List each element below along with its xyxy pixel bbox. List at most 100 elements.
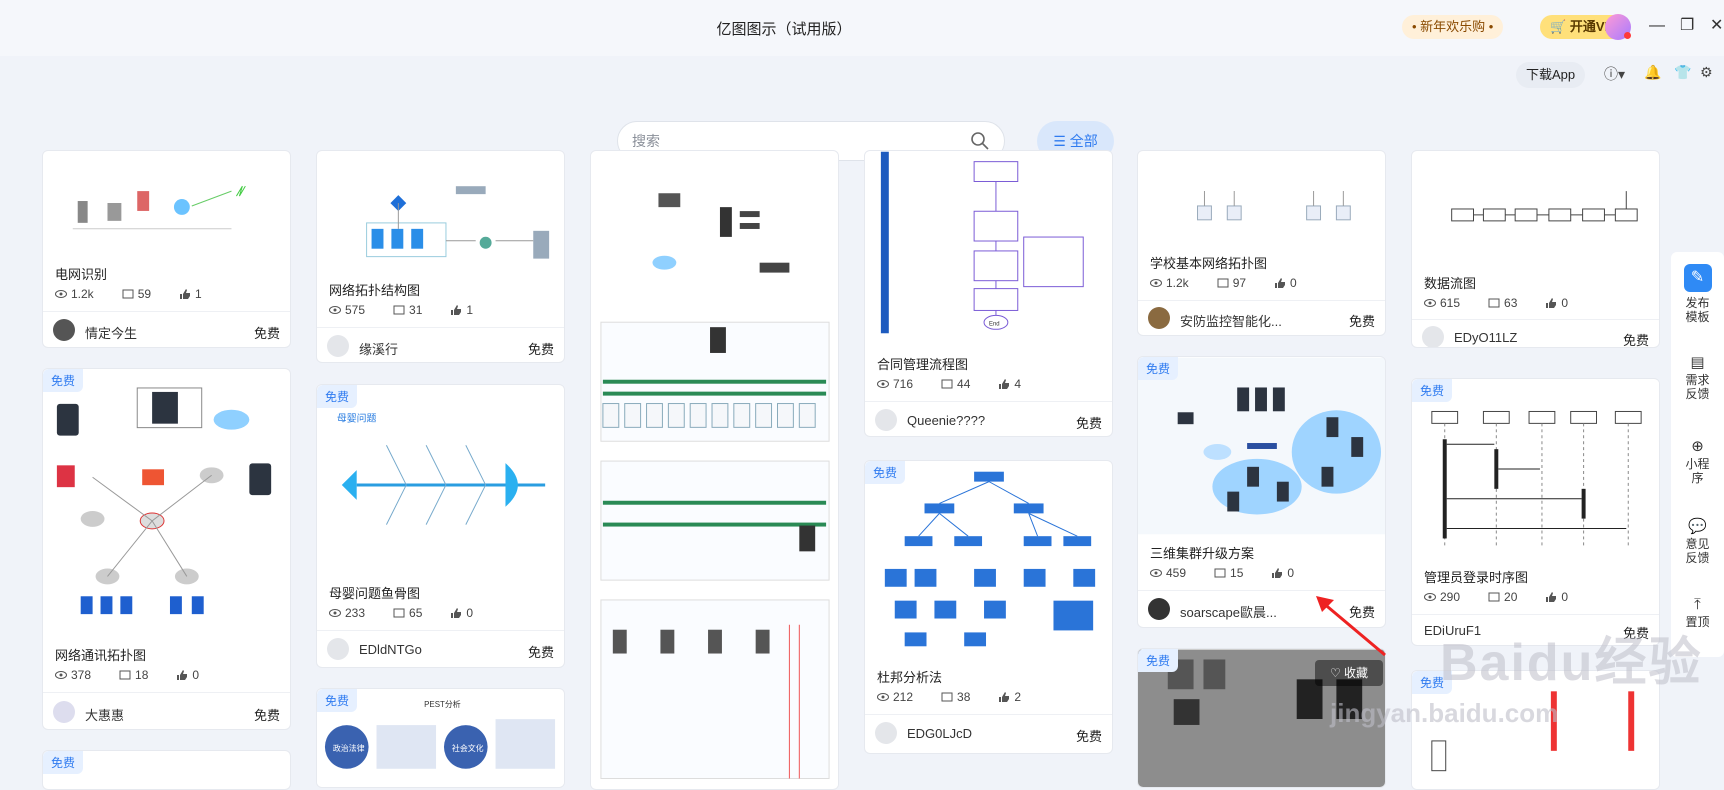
template-card[interactable]: 数据流图 615 63 0 EDyO11LZ 免费 [1411,150,1660,348]
opinion-feedback-button[interactable]: 💬 意见反馈 [1671,518,1724,565]
pest-title: PEST分析 [424,699,461,709]
author-name[interactable]: 安防监控智能化... [1180,311,1282,330]
help-icon[interactable]: ⓘ▾ [1604,64,1625,84]
likes-count: 0 [192,668,200,682]
template-card[interactable]: 免费 杜邦分析法 212 38 2 EDG0LJcD 免费 [864,460,1113,754]
card-stats: 233 65 0 [329,606,473,620]
author-avatar[interactable] [1148,307,1170,329]
likes-stat: 2 [998,690,1021,704]
maximize-icon[interactable]: ❐ [1680,16,1694,36]
price-label: 免费 [527,645,554,660]
template-card[interactable]: 学校基本网络拓扑图 1.2k 97 0 安防监控智能化... 免费 [1137,150,1386,336]
views-stat: 716 [877,377,913,391]
minimize-icon[interactable]: — [1649,16,1665,36]
author-name[interactable]: 情定今生 [85,323,137,342]
author-avatar[interactable] [1422,326,1444,347]
comments-count: 18 [135,668,149,682]
comment-icon [1214,568,1226,578]
card-divider [1412,319,1659,320]
template-card[interactable]: 母婴问题 免费 母婴问题鱼骨图 233 65 0 EDldNTGo 免费 [316,384,565,668]
author-avatar[interactable] [875,722,897,744]
author-avatar[interactable] [327,335,349,357]
shirt-icon[interactable]: 👕 [1674,64,1691,81]
views-stat: 212 [877,690,913,704]
author-name[interactable]: Queenie???? [907,413,985,428]
collect-label: 收藏 [1344,666,1369,680]
card-divider [1412,614,1659,615]
views-stat: 233 [329,606,365,620]
template-card[interactable]: 电网识别 1.2k 59 1 情定今生 免费 [42,150,291,348]
author-avatar[interactable] [53,319,75,341]
card-title: 杜邦分析法 [877,670,943,685]
publish-label: 发布模板 [1685,296,1710,324]
eye-icon [1424,299,1436,307]
likes-count: 0 [1561,296,1569,310]
card-stats: 378 18 0 [55,668,199,682]
card-stats: 1.2k 97 0 [1150,276,1297,290]
author-name[interactable]: soarscape歐晨... [1180,602,1277,621]
comment-icon [119,670,131,680]
free-badge: 免费 [1138,649,1179,672]
new-year-promo-button[interactable]: • 新年欢乐购 • [1402,15,1504,39]
template-card[interactable]: PEST分析 政治法律 社会文化 免费 [316,688,565,788]
template-card[interactable]: 免费 [42,750,291,790]
likes-stat: 1 [450,303,473,317]
author-name[interactable]: 缘溪行 [359,339,398,358]
eye-icon [55,671,67,679]
list-icon: ☰ [1053,133,1066,149]
search-icon[interactable] [970,131,990,151]
template-card[interactable]: 网络拓扑结构图 575 31 1 缘溪行 免费 [316,150,565,363]
author-name[interactable]: EDG0LJcD [907,726,972,741]
demand-feedback-label: 需求反馈 [1685,373,1710,401]
template-card[interactable] [590,150,839,790]
thumbnail: End [865,151,1112,334]
comments-count: 97 [1232,276,1247,290]
search-input[interactable] [632,131,952,151]
card-title: 网络通讯拓扑图 [55,648,147,663]
thumbnail [865,461,1112,656]
mini-program-button[interactable]: ⊕ 小程序 [1671,439,1724,485]
card-title: 合同管理流程图 [877,357,969,372]
card-title: 三维集群升级方案 [1150,546,1255,561]
download-app-button[interactable]: 下载App [1516,62,1586,88]
views-stat: 1.2k [55,287,94,301]
price-label: 免费 [1075,729,1102,744]
views-stat: 378 [55,668,91,682]
author-name[interactable]: EDyO11LZ [1454,330,1517,345]
template-card[interactable]: 免费 网络通讯拓扑图 378 18 0 大惠惠 免费 [42,368,291,730]
chat-icon: 💬 [1688,518,1707,535]
collect-button[interactable]: ♡ 收藏 [1315,660,1383,686]
likes-stat: 4 [998,377,1021,391]
likes-stat: 0 [1545,296,1568,310]
eye-icon [329,306,341,314]
author-avatar[interactable] [875,409,897,431]
card-title: 电网识别 [55,267,108,282]
price-label: 免费 [1622,333,1649,348]
author-name[interactable]: EDldNTGo [359,642,422,657]
author-avatar[interactable] [53,701,75,723]
template-card[interactable]: End 合同管理流程图 716 44 4 Queenie???? 免费 [864,150,1113,437]
views-count: 716 [893,377,914,391]
demand-feedback-button[interactable]: ▤ 需求反馈 [1671,355,1724,401]
settings-icon[interactable]: ⚙ [1700,64,1713,81]
bell-icon[interactable]: 🔔 [1644,64,1661,81]
views-stat: 615 [1424,296,1460,310]
author-name[interactable]: 大惠惠 [85,705,124,724]
thumbs-up-icon [451,608,462,618]
card-divider [43,692,290,693]
author-avatar[interactable] [1148,598,1170,620]
publish-template-button[interactable]: ✎ 发布模板 [1671,264,1724,324]
author-avatar[interactable] [327,638,349,660]
eye-icon [55,290,67,298]
template-card[interactable]: 免费 三维集群升级方案 459 15 0 soarscape歐晨... 免费 [1137,356,1386,628]
template-card[interactable]: 免费 管理员登录时序图 290 20 0 EDiUruF1 免费 [1411,378,1660,646]
card-stats: 1.2k 59 1 [55,287,202,301]
likes-stat: 0 [1274,276,1297,290]
views-count: 575 [345,303,366,317]
close-icon[interactable]: ✕ [1710,16,1723,36]
card-divider [43,311,290,312]
comments-count: 15 [1230,566,1244,580]
free-badge: 免费 [43,369,84,392]
comment-icon [941,692,953,702]
title-bar: 亿图图示（试用版） • 新年欢乐购 • 🛒 开通VIP — ❐ ✕ [0,0,1724,56]
